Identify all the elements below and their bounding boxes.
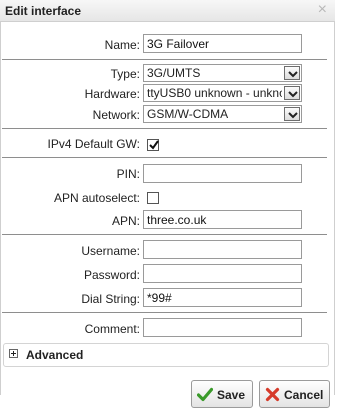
divider [2, 157, 327, 158]
close-icon[interactable]: × [318, 2, 327, 18]
type-select-value: 3G/UMTS [147, 66, 201, 80]
hardware-select[interactable]: ttyUSB0 unknown - unknown [143, 84, 302, 102]
comment-label: Comment: [84, 322, 140, 336]
pin-label: PIN: [116, 167, 140, 181]
advanced-section-header[interactable]: Advanced [3, 343, 329, 367]
dialog-border-right [334, 22, 335, 395]
ipv4-default-gw-checkbox[interactable] [147, 139, 159, 151]
apn-input[interactable] [143, 210, 302, 229]
password-label: Password: [83, 268, 140, 282]
network-label: Network: [92, 108, 140, 122]
save-check-icon [197, 387, 213, 402]
advanced-label: Advanced [26, 348, 84, 362]
divider [2, 234, 327, 235]
expand-plus-icon[interactable] [9, 349, 18, 358]
username-label: Username: [81, 244, 140, 258]
apn-label: APN: [111, 214, 140, 228]
type-select[interactable]: 3G/UMTS [143, 64, 302, 82]
dial-string-label: Dial String: [81, 292, 140, 306]
dialog-title: Edit interface [5, 4, 82, 18]
pin-input[interactable] [143, 164, 302, 183]
checkmark-icon [149, 140, 159, 150]
name-input[interactable] [143, 34, 302, 53]
apn-autoselect-checkbox[interactable] [147, 192, 159, 204]
apn-autoselect-label: APN autoselect: [53, 191, 140, 205]
ipv4-default-gw-label: IPv4 Default GW: [47, 137, 140, 151]
chevron-down-icon[interactable] [284, 66, 300, 80]
hardware-label: Hardware: [84, 87, 140, 101]
chevron-down-icon[interactable] [284, 86, 300, 100]
save-button[interactable]: Save [191, 380, 253, 408]
cancel-button-label: Cancel [284, 388, 324, 402]
divider [2, 128, 327, 129]
network-select-value: GSM/W-CDMA [147, 107, 229, 121]
name-label: Name: [104, 38, 140, 52]
username-input[interactable] [143, 240, 302, 259]
divider [2, 312, 327, 313]
comment-input[interactable] [143, 318, 302, 337]
chevron-down-icon[interactable] [284, 107, 300, 121]
cancel-button[interactable]: Cancel [259, 380, 330, 408]
cancel-x-icon [265, 387, 280, 402]
type-label: Type: [110, 67, 140, 81]
save-button-label: Save [217, 388, 246, 402]
edit-interface-dialog: Edit interface × Name: Type: 3G/UMTS Har… [0, 0, 335, 415]
divider [2, 59, 327, 60]
dialog-titlebar: Edit interface × [0, 0, 335, 22]
hardware-select-value: ttyUSB0 unknown - unknown [147, 86, 282, 100]
dial-string-input[interactable] [143, 288, 302, 307]
password-input[interactable] [143, 264, 302, 283]
network-select[interactable]: GSM/W-CDMA [143, 105, 302, 123]
